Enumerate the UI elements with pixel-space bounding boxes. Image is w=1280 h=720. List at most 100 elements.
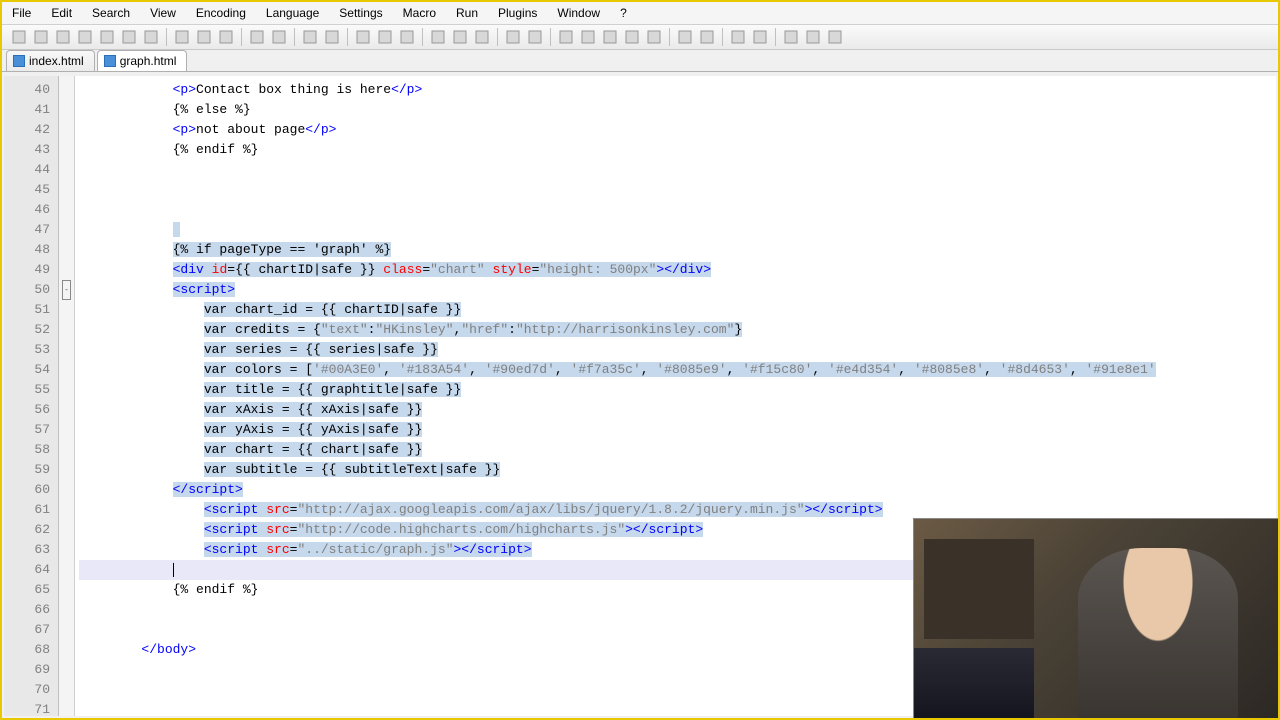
fold-column[interactable]: - — [59, 76, 75, 716]
fold-cell[interactable] — [59, 80, 74, 100]
fold-cell[interactable] — [59, 480, 74, 500]
fold-cell[interactable] — [59, 100, 74, 120]
menu-view[interactable]: View — [146, 4, 180, 22]
run2-icon[interactable] — [804, 28, 822, 46]
code-line[interactable]: <p>not about page</p> — [79, 120, 1276, 140]
cut-icon[interactable] — [173, 28, 191, 46]
playall-icon[interactable] — [645, 28, 663, 46]
code-line[interactable]: {% endif %} — [79, 140, 1276, 160]
sort-asc-icon[interactable] — [729, 28, 747, 46]
fold-cell[interactable] — [59, 340, 74, 360]
fold-cell[interactable] — [59, 520, 74, 540]
code-line[interactable]: <script src="http://ajax.googleapis.com/… — [79, 500, 1276, 520]
macro1-icon[interactable] — [676, 28, 694, 46]
code-line[interactable]: var subtitle = {{ subtitleText|safe }} — [79, 460, 1276, 480]
menu-window[interactable]: Window — [553, 4, 604, 22]
fold-cell[interactable] — [59, 300, 74, 320]
code-line[interactable]: <p>Contact box thing is here</p> — [79, 80, 1276, 100]
code-line[interactable]: var credits = {"text":"HKinsley","href":… — [79, 320, 1276, 340]
code-line[interactable] — [79, 220, 1276, 240]
code-line[interactable] — [79, 200, 1276, 220]
fold-cell[interactable] — [59, 640, 74, 660]
print-icon[interactable] — [142, 28, 160, 46]
closeall-icon[interactable] — [120, 28, 138, 46]
code-line[interactable]: var yAxis = {{ yAxis|safe }} — [79, 420, 1276, 440]
code-line[interactable]: <div id={{ chartID|safe }} class="chart"… — [79, 260, 1276, 280]
menu-encoding[interactable]: Encoding — [192, 4, 250, 22]
indent-icon[interactable] — [473, 28, 491, 46]
fold-cell[interactable] — [59, 240, 74, 260]
code-line[interactable]: var series = {{ series|safe }} — [79, 340, 1276, 360]
code-line[interactable]: {% if pageType == 'graph' %} — [79, 240, 1276, 260]
fold-cell[interactable] — [59, 600, 74, 620]
fold-cell[interactable] — [59, 120, 74, 140]
fold-cell[interactable] — [59, 500, 74, 520]
run1-icon[interactable] — [782, 28, 800, 46]
menu-file[interactable]: File — [8, 4, 35, 22]
hide-icon[interactable] — [557, 28, 575, 46]
find-icon[interactable] — [301, 28, 319, 46]
replace-icon[interactable] — [323, 28, 341, 46]
redo-icon[interactable] — [270, 28, 288, 46]
code-line[interactable]: var chart_id = {{ chartID|safe }} — [79, 300, 1276, 320]
new-icon[interactable] — [10, 28, 28, 46]
fold-cell[interactable] — [59, 360, 74, 380]
fold-cell[interactable] — [59, 700, 74, 720]
menu-language[interactable]: Language — [262, 4, 323, 22]
menu-run[interactable]: Run — [452, 4, 482, 22]
menu-macro[interactable]: Macro — [399, 4, 440, 22]
close-icon[interactable] — [98, 28, 116, 46]
paste-icon[interactable] — [217, 28, 235, 46]
code-line[interactable]: </script> — [79, 480, 1276, 500]
fold-cell[interactable] — [59, 260, 74, 280]
code-line[interactable]: var title = {{ graphtitle|safe }} — [79, 380, 1276, 400]
zoom-out-icon[interactable] — [376, 28, 394, 46]
menu-settings[interactable]: Settings — [335, 4, 386, 22]
fold-cell[interactable] — [59, 440, 74, 460]
open-icon[interactable] — [32, 28, 50, 46]
sort-desc-icon[interactable] — [751, 28, 769, 46]
save-icon[interactable] — [54, 28, 72, 46]
fold-cell[interactable] — [59, 680, 74, 700]
fold-cell[interactable] — [59, 620, 74, 640]
fold-cell[interactable] — [59, 140, 74, 160]
unfold-icon[interactable] — [526, 28, 544, 46]
code-line[interactable]: <script> — [79, 280, 1276, 300]
fold-cell[interactable] — [59, 220, 74, 240]
showall-icon[interactable] — [451, 28, 469, 46]
fold-cell[interactable] — [59, 380, 74, 400]
fold-cell[interactable] — [59, 420, 74, 440]
fold-cell[interactable] — [59, 580, 74, 600]
code-line[interactable]: var colors = ['#00A3E0', '#183A54', '#90… — [79, 360, 1276, 380]
menu-plugins[interactable]: Plugins — [494, 4, 541, 22]
fold-toggle-icon[interactable]: - — [62, 280, 71, 300]
fold-cell[interactable] — [59, 540, 74, 560]
fold-cell[interactable]: - — [59, 280, 74, 300]
run3-icon[interactable] — [826, 28, 844, 46]
wordwrap-icon[interactable] — [429, 28, 447, 46]
fold-cell[interactable] — [59, 560, 74, 580]
macro2-icon[interactable] — [698, 28, 716, 46]
zoom-in-icon[interactable] — [354, 28, 372, 46]
rec-icon[interactable] — [579, 28, 597, 46]
fold-cell[interactable] — [59, 320, 74, 340]
tab-index-html[interactable]: index.html — [6, 50, 95, 71]
stop-icon[interactable] — [623, 28, 641, 46]
fold-cell[interactable] — [59, 180, 74, 200]
play-icon[interactable] — [601, 28, 619, 46]
fold-cell[interactable] — [59, 200, 74, 220]
code-line[interactable]: var chart = {{ chart|safe }} — [79, 440, 1276, 460]
copy-icon[interactable] — [195, 28, 213, 46]
tab-graph-html[interactable]: graph.html — [97, 50, 188, 71]
fold-cell[interactable] — [59, 460, 74, 480]
saveall-icon[interactable] — [76, 28, 94, 46]
menu-search[interactable]: Search — [88, 4, 134, 22]
fold-cell[interactable] — [59, 660, 74, 680]
fold-cell[interactable] — [59, 160, 74, 180]
fold-cell[interactable] — [59, 400, 74, 420]
code-line[interactable] — [79, 180, 1276, 200]
menu-?[interactable]: ? — [616, 4, 631, 22]
menu-edit[interactable]: Edit — [47, 4, 76, 22]
sync-icon[interactable] — [398, 28, 416, 46]
undo-icon[interactable] — [248, 28, 266, 46]
